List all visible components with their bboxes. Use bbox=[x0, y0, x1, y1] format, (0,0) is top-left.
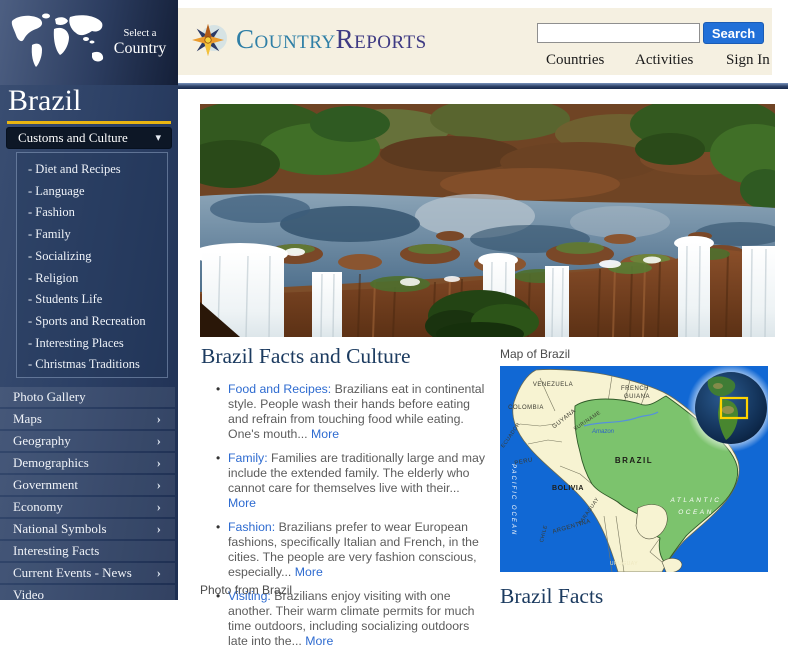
select-country-banner[interactable]: Select a Country bbox=[0, 0, 178, 85]
chevron-down-icon: ▾ bbox=[155, 132, 161, 144]
map-label-french-guiana-2: GUIANA bbox=[624, 394, 650, 400]
sidebar-item-geography[interactable]: Geography › bbox=[0, 431, 175, 451]
more-link[interactable]: More bbox=[311, 427, 339, 441]
submenu-item-christmas-traditions[interactable]: - Christmas Traditions bbox=[28, 354, 167, 376]
map-label-uruguay: URUGUAY bbox=[610, 561, 638, 567]
submenu-item-diet-and-recipes[interactable]: - Diet and Recipes bbox=[28, 159, 167, 181]
chevron-right-icon: › bbox=[156, 565, 161, 580]
customs-culture-dropdown[interactable]: Customs and Culture ▾ bbox=[6, 127, 172, 149]
chevron-right-icon: › bbox=[156, 455, 161, 470]
map-label-brazil: BRAZIL bbox=[615, 456, 653, 465]
map-label-atlantic: ATLANTIC bbox=[670, 497, 722, 504]
map-caption: Map of Brazil bbox=[500, 347, 571, 361]
food-and-recipes-link[interactable]: Food and Recipes: bbox=[228, 382, 331, 396]
list-item-visiting: Visiting: Brazilians enjoy visiting with… bbox=[216, 589, 490, 649]
chevron-right-icon: › bbox=[156, 411, 161, 426]
search-button[interactable]: Search bbox=[703, 22, 764, 44]
country-text: Country bbox=[113, 40, 167, 57]
more-link[interactable]: More bbox=[228, 496, 256, 510]
menu-item-label: Economy bbox=[13, 499, 63, 514]
list-item-family: Family: Families are traditionally large… bbox=[216, 451, 490, 511]
map-label-bolivia: BOLIVIA bbox=[552, 485, 584, 492]
menu-item-label: Geography bbox=[13, 433, 71, 448]
menu-item-label: National Symbols bbox=[13, 521, 107, 536]
world-map-icon bbox=[11, 13, 104, 67]
sidebar-item-government[interactable]: Government › bbox=[0, 475, 175, 495]
header-divider-bar bbox=[178, 83, 788, 89]
brazil-photo[interactable] bbox=[180, 96, 788, 346]
logo-country-text: Country bbox=[236, 24, 336, 54]
map-label-french-guiana-1: FRENCH bbox=[621, 386, 649, 392]
page-title: Brazil bbox=[8, 84, 82, 117]
photo-caption: Photo from Brazil bbox=[200, 583, 293, 597]
select-country-label[interactable]: Select a Country bbox=[110, 28, 170, 58]
menu-item-label: Demographics bbox=[13, 455, 89, 470]
gold-divider bbox=[7, 121, 171, 124]
chevron-right-icon: › bbox=[156, 477, 161, 492]
map-label-colombia: COLOMBIA bbox=[508, 405, 544, 411]
menu-item-label: Maps bbox=[13, 411, 42, 426]
list-item-food-and-recipes: Food and Recipes: Brazilians eat in cont… bbox=[216, 382, 490, 442]
page-section-title: Brazil Facts and Culture bbox=[201, 344, 411, 368]
fashion-link[interactable]: Fashion: bbox=[228, 520, 275, 534]
nav-sign-in-link[interactable]: Sign In bbox=[726, 52, 770, 69]
waterfall-photo-image bbox=[180, 96, 788, 346]
map-label-amazon: Amazon bbox=[591, 429, 615, 435]
submenu-item-religion[interactable]: - Religion bbox=[28, 268, 167, 290]
sidebar-item-photo-gallery[interactable]: Photo Gallery bbox=[0, 387, 175, 407]
search-input[interactable] bbox=[537, 23, 700, 43]
more-link[interactable]: More bbox=[295, 565, 323, 579]
sidebar-item-maps[interactable]: Maps › bbox=[0, 409, 175, 429]
submenu-item-fashion[interactable]: - Fashion bbox=[28, 202, 167, 224]
facts-list: Food and Recipes: Brazilians eat in cont… bbox=[216, 382, 490, 658]
dropdown-label: Customs and Culture bbox=[18, 130, 128, 145]
submenu-item-students-life[interactable]: - Students Life bbox=[28, 289, 167, 311]
sidebar: Select a Country Brazil Customs and Cult… bbox=[0, 0, 178, 605]
sidebar-item-demographics[interactable]: Demographics › bbox=[0, 453, 175, 473]
logo-wordmark: CountryReports bbox=[236, 24, 427, 55]
brazil-map-image: VENEZUELA FRENCH GUIANA COLOMBIA GUYANA … bbox=[500, 364, 775, 573]
list-item-fashion: Fashion: Brazilians prefer to wear Europ… bbox=[216, 520, 490, 580]
submenu-item-interesting-places[interactable]: - Interesting Places bbox=[28, 333, 167, 355]
chevron-right-icon: › bbox=[156, 499, 161, 514]
family-link[interactable]: Family: bbox=[228, 451, 268, 465]
nav-countries-link[interactable]: Countries bbox=[546, 52, 604, 69]
chevron-right-icon: › bbox=[156, 521, 161, 536]
select-a-text: Select a bbox=[123, 28, 157, 39]
map-label-venezuela: VENEZUELA bbox=[533, 382, 573, 388]
submenu-item-family[interactable]: - Family bbox=[28, 224, 167, 246]
submenu-item-sports-and-recreation[interactable]: - Sports and Recreation bbox=[28, 311, 167, 333]
sidebar-menu: Photo Gallery Maps › Geography › Demogra… bbox=[0, 387, 175, 607]
menu-item-label: Government bbox=[13, 477, 78, 492]
chevron-right-icon: › bbox=[156, 433, 161, 448]
sidebar-item-national-symbols[interactable]: National Symbols › bbox=[0, 519, 175, 539]
sidebar-item-interesting-facts[interactable]: Interesting Facts bbox=[0, 541, 175, 561]
menu-item-label: Interesting Facts bbox=[13, 543, 100, 558]
top-header: CountryReports Search Countries Activiti… bbox=[178, 8, 772, 75]
menu-item-label: Current Events - News bbox=[13, 565, 132, 580]
menu-item-label: Photo Gallery bbox=[13, 389, 86, 404]
sidebar-item-current-events-news[interactable]: Current Events - News › bbox=[0, 563, 175, 583]
more-link[interactable]: More bbox=[305, 634, 333, 648]
brazil-map[interactable]: VENEZUELA FRENCH GUIANA COLOMBIA GUYANA … bbox=[500, 364, 775, 573]
submenu-item-socializing[interactable]: - Socializing bbox=[28, 246, 167, 268]
map-label-pacific-ocean: PACIFIC OCEAN bbox=[510, 464, 516, 536]
logo-reports-text: Reports bbox=[335, 24, 427, 54]
submenu-item-language[interactable]: - Language bbox=[28, 181, 167, 203]
nav-activities-link[interactable]: Activities bbox=[635, 52, 693, 69]
map-label-ocean: OCEAN bbox=[678, 509, 714, 516]
sidebar-item-video[interactable]: Video bbox=[0, 585, 175, 605]
brazil-facts-title: Brazil Facts bbox=[500, 584, 604, 608]
compass-star-icon bbox=[192, 24, 227, 56]
sidebar-item-economy[interactable]: Economy › bbox=[0, 497, 175, 517]
customs-culture-submenu: - Diet and Recipes - Language - Fashion … bbox=[16, 152, 168, 378]
